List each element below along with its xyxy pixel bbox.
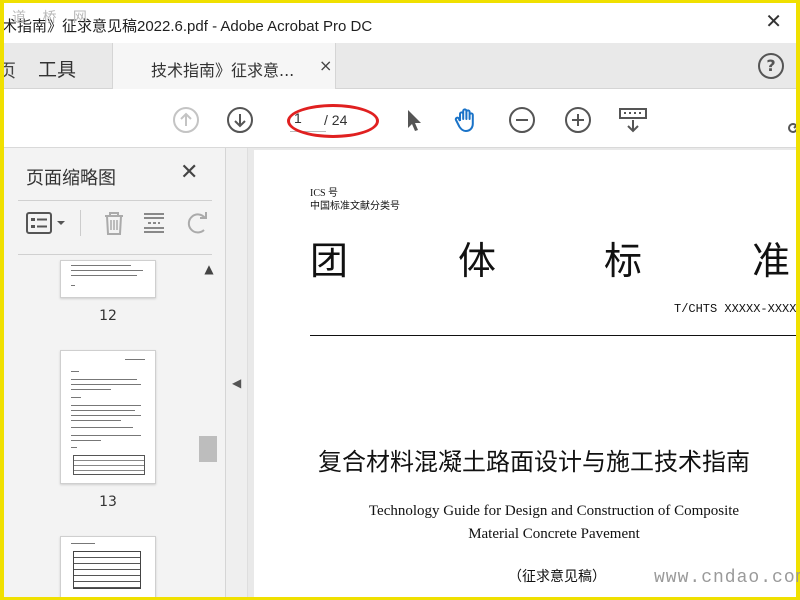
thumb-line (125, 359, 145, 360)
prev-page-icon[interactable] (172, 106, 200, 134)
english-title: Technology Guide for Design and Construc… (314, 500, 794, 546)
pdf-page: ICS 号 中国标准文献分类号 团 体 标 准 T/CHTS XXXXX-XXX… (254, 150, 796, 597)
delete-icon[interactable] (100, 208, 128, 238)
divider (18, 200, 212, 201)
sign-icon[interactable] (784, 106, 796, 134)
tab-home[interactable]: 页 (4, 57, 16, 83)
thumb-line (71, 397, 81, 398)
english-title-line: Material Concrete Pavement (468, 526, 640, 542)
thumb-line (71, 415, 141, 416)
thumb-line (71, 275, 137, 276)
thumbnail-scrollbar[interactable]: ▲ (199, 260, 219, 597)
thumbnail-page-number: 13 (99, 494, 117, 510)
thumbnail-panel: 页面缩略图 ✕ 12 13 ▲ (4, 148, 226, 597)
standard-number: T/CHTS XXXXX-XXXX (674, 302, 796, 316)
help-icon[interactable]: ? (758, 53, 784, 79)
thumb-line (71, 270, 143, 271)
marquee-zoom-icon[interactable] (618, 106, 648, 134)
draft-label: （征求意见稿） (508, 569, 606, 585)
thumb-line (71, 435, 141, 436)
thumb-line (71, 447, 77, 448)
panel-title: 页面缩略图 (26, 168, 116, 189)
heading-rule (310, 335, 796, 336)
thumb-line (71, 265, 131, 266)
thumb-line (71, 440, 101, 441)
select-pointer-icon[interactable] (400, 106, 428, 134)
thumb-line (71, 420, 121, 421)
toolbar: 1 / 24 (4, 90, 796, 148)
highlight-oval (287, 104, 379, 138)
english-title-line: Technology Guide for Design and Construc… (368, 503, 740, 519)
classification-number: 中国标准文献分类号 (310, 201, 400, 212)
heading-char: 准 (752, 239, 791, 283)
heading-char: 标 (604, 239, 643, 283)
thumb-line (71, 371, 79, 372)
thumb-line (71, 389, 111, 390)
thumb-line (71, 285, 75, 286)
thumbnail-page-14[interactable] (60, 536, 156, 597)
title-bar: 术指南》征求意见稿2022.6.pdf - Adobe Acrobat Pro … (4, 3, 796, 43)
thumb-line (71, 379, 137, 380)
divider (18, 254, 212, 255)
chinese-title: 复合材料混凝土路面设计与施工技术指南 (318, 448, 750, 476)
thumbnail-page-13[interactable] (60, 350, 156, 484)
thumb-table (73, 455, 145, 475)
thumbnail-options-icon[interactable] (24, 208, 70, 238)
thumb-table (73, 551, 141, 589)
tab-document[interactable]: 技术指南》征求意... × (112, 43, 336, 89)
watermark-bottom: www.cndao.com (654, 568, 800, 588)
tab-tools[interactable]: 工具 (38, 55, 76, 82)
next-page-icon[interactable] (226, 106, 254, 134)
panel-collapse-handle[interactable]: ◀ (226, 148, 248, 597)
panel-close-button[interactable]: ✕ (180, 160, 198, 185)
thumb-line (71, 543, 95, 544)
extract-page-icon[interactable] (140, 208, 168, 238)
rotate-icon[interactable] (182, 208, 212, 238)
thumbnail-page-12[interactable] (60, 260, 156, 298)
thumb-line (71, 384, 141, 385)
hand-tool-icon[interactable] (452, 106, 480, 134)
zoom-out-icon[interactable] (508, 106, 536, 134)
thumbnail-page-number: 12 (99, 308, 117, 324)
document-view[interactable]: ICS 号 中国标准文献分类号 团 体 标 准 T/CHTS XXXXX-XXX… (248, 148, 796, 597)
divider (80, 210, 81, 236)
tab-close-button[interactable]: × (319, 56, 332, 75)
scrollbar-thumb[interactable] (199, 436, 217, 462)
tab-bar: 页 工具 技术指南》征求意... × ? (4, 43, 796, 89)
collapse-arrow-icon: ◀ (232, 376, 242, 390)
zoom-in-icon[interactable] (564, 106, 592, 134)
tab-document-label: 技术指南》征求意... (151, 61, 295, 80)
heading-char: 团 (310, 239, 349, 283)
scroll-up-arrow[interactable]: ▲ (199, 262, 219, 276)
heading-char: 体 (458, 239, 497, 283)
thumb-line (71, 427, 133, 428)
acrobat-window: 术指南》征求意见稿2022.6.pdf - Adobe Acrobat Pro … (4, 3, 796, 597)
watermark-top: 道 桥 网 (12, 10, 93, 26)
window-close-button[interactable]: ✕ (765, 9, 782, 33)
thumb-line (71, 410, 135, 411)
thumb-line (71, 405, 141, 406)
